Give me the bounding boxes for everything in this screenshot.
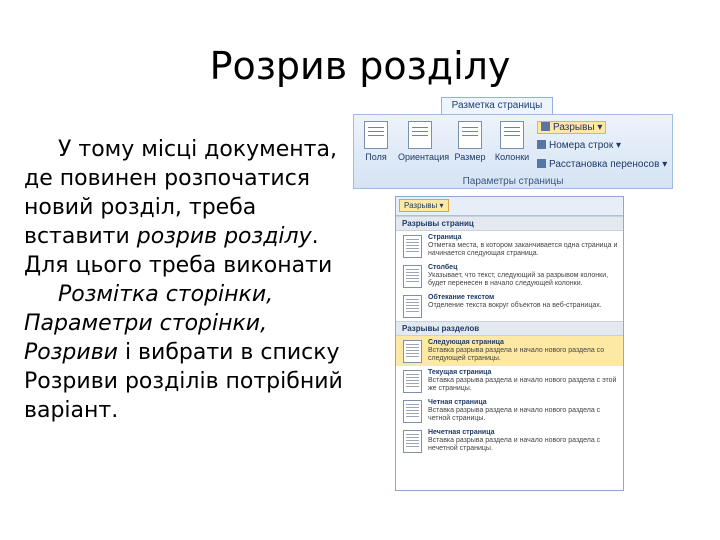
menu-item-description: Вставка разрыва раздела и начало нового … xyxy=(428,377,617,392)
page-break-icon xyxy=(403,370,422,393)
hyphenation-button[interactable]: Расстановка переносов ▾ xyxy=(537,159,667,170)
p1-italic: розрив розділу xyxy=(136,224,312,249)
margins-icon xyxy=(364,121,388,149)
size-icon xyxy=(458,121,482,149)
dropdown-toolbar: Разрывы ▾ xyxy=(396,197,623,216)
menu-item[interactable]: Столбец Указывает, что текст, следующий з… xyxy=(396,261,623,291)
paragraph-2: Розмітка сторінки, Параметри сторінки, Р… xyxy=(24,280,364,425)
margins-label: Поля xyxy=(365,152,387,162)
line-numbers-label: Номера строк ▾ xyxy=(549,140,621,151)
page-break-icon xyxy=(403,430,422,453)
breaks-label: Разрывы ▾ xyxy=(553,122,603,133)
menu-item[interactable]: Текущая страница Вставка разрыва раздела … xyxy=(396,366,623,396)
hyphenation-icon xyxy=(537,159,546,168)
menu-item-description: Отметка места, в котором заканчивается о… xyxy=(428,242,618,257)
menu-item-description: Отделение текста вокруг объектов на веб-… xyxy=(428,302,602,309)
breaks-button[interactable]: Разрывы ▾ xyxy=(537,121,607,134)
menu-item[interactable]: Следующая страница Вставка разрыва раздел… xyxy=(396,336,623,366)
slide-body: У тому місці документа, де повинен розпо… xyxy=(24,135,364,425)
breaks-dropdown-button[interactable]: Разрывы ▾ xyxy=(399,199,449,212)
columns-button[interactable]: Колонки xyxy=(492,121,532,162)
ribbon-body: Поля Ориентация Размер Колонки Разрывы ▾… xyxy=(353,114,673,189)
paragraph-1: У тому місці документа, де повинен розпо… xyxy=(24,135,364,280)
menu-section-header: Разрывы страниц xyxy=(396,216,623,231)
size-button[interactable]: Размер xyxy=(454,121,486,162)
menu-item-title: Столбец xyxy=(428,264,458,271)
menu-item-description: Вставка разрыва раздела и начало нового … xyxy=(428,407,601,422)
orientation-button[interactable]: Ориентация xyxy=(398,121,449,162)
ribbon-tab[interactable]: Разметка страницы xyxy=(441,97,553,115)
page-break-icon xyxy=(403,340,422,363)
margins-button[interactable]: Поля xyxy=(360,121,392,162)
menu-sections: Разрывы страниц Страница Отметка места, в … xyxy=(396,216,623,456)
menu-item[interactable]: Четная страница Вставка разрыва раздела и… xyxy=(396,396,623,426)
columns-label: Колонки xyxy=(494,152,530,162)
breaks-icon xyxy=(541,122,550,131)
menu-item[interactable]: Нечетная страница Вставка разрыва раздела… xyxy=(396,426,623,456)
ribbon-group-label: Параметры страницы xyxy=(462,176,564,187)
menu-item[interactable]: Страница Отметка места, в котором заканчи… xyxy=(396,231,623,261)
menu-item-title: Текущая страница xyxy=(428,369,492,376)
orientation-icon xyxy=(408,121,432,149)
menu-item-title: Следующая страница xyxy=(428,339,504,346)
menu-item-description: Указывает, что текст, следующий за разры… xyxy=(428,272,609,287)
p2-mid: і вибрати в списку xyxy=(117,340,340,365)
p2-end: Розриви розділів потрібний варіант. xyxy=(24,369,343,423)
slide-title: Розрив розділу xyxy=(209,44,511,88)
page-break-icon xyxy=(403,400,422,423)
menu-item-title: Обтекание текстом xyxy=(428,294,495,301)
orientation-label: Ориентация xyxy=(398,152,450,162)
menu-item-description: Вставка разрыва раздела и начало нового … xyxy=(428,437,601,452)
menu-section-header: Разрывы разделов xyxy=(396,321,623,336)
page-break-icon xyxy=(403,235,422,258)
columns-icon xyxy=(500,121,524,149)
menu-item-title: Страница xyxy=(428,234,462,241)
hyphenation-label: Расстановка переносов ▾ xyxy=(549,159,668,170)
menu-item-description: Вставка разрыва раздела и начало нового … xyxy=(428,347,605,362)
menu-item-title: Нечетная страница xyxy=(428,429,495,436)
line-numbers-icon xyxy=(537,140,546,149)
line-numbers-button[interactable]: Номера строк ▾ xyxy=(537,140,621,151)
breaks-dropdown: Разрывы ▾ Разрывы страниц Страница Отметка… xyxy=(395,196,624,491)
ribbon-screenshot: Разметка страницы Поля Ориентация Размер… xyxy=(353,97,673,189)
page-break-icon xyxy=(403,265,422,288)
page-break-icon xyxy=(403,295,422,318)
menu-item[interactable]: Обтекание текстом Отделение текста вокруг… xyxy=(396,291,623,321)
menu-item-title: Четная страница xyxy=(428,399,487,406)
size-label: Размер xyxy=(454,152,486,162)
